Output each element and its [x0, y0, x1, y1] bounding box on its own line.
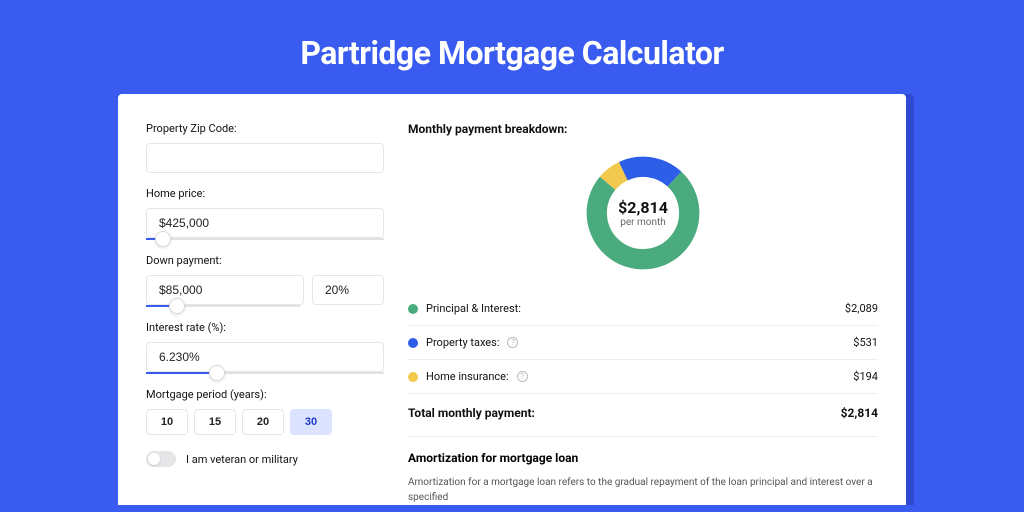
donut-chart: $2,814 per month: [582, 152, 704, 274]
breakdown-title: Monthly payment breakdown:: [408, 122, 878, 136]
legend: Principal & Interest: $2,089 Property taxe…: [408, 292, 878, 394]
veteran-toggle[interactable]: [146, 451, 176, 467]
period-field-group: Mortgage period (years): 10152030: [146, 388, 384, 435]
yellow-dot-icon: [408, 372, 418, 382]
donut-chart-wrap: $2,814 per month: [408, 152, 878, 274]
down-payment-slider[interactable]: [146, 305, 300, 307]
legend-row: Home insurance:? $194: [408, 360, 878, 394]
page-title: Partridge Mortgage Calculator: [0, 0, 1024, 94]
down-payment-field-group: Down payment:: [146, 254, 384, 307]
home-price-label: Home price:: [146, 187, 384, 200]
down-payment-pct-input[interactable]: [312, 275, 384, 305]
interest-field-group: Interest rate (%):: [146, 321, 384, 374]
green-dot-icon: [408, 304, 418, 314]
donut-center: $2,814 per month: [582, 152, 704, 274]
interest-label: Interest rate (%):: [146, 321, 384, 334]
down-payment-slider-handle[interactable]: [169, 298, 185, 314]
total-label: Total monthly payment:: [408, 406, 535, 420]
home-price-input[interactable]: [146, 208, 384, 238]
zip-field-group: Property Zip Code:: [146, 122, 384, 173]
period-button-20[interactable]: 20: [242, 409, 284, 435]
zip-label: Property Zip Code:: [146, 122, 384, 135]
veteran-row: I am veteran or military: [146, 451, 384, 467]
interest-slider[interactable]: [146, 372, 384, 374]
legend-value: $194: [853, 370, 878, 383]
interest-slider-handle[interactable]: [209, 365, 225, 381]
home-price-field-group: Home price:: [146, 187, 384, 240]
legend-label: Home insurance:: [426, 370, 509, 383]
legend-row: Property taxes:? $531: [408, 326, 878, 360]
info-icon[interactable]: ?: [507, 337, 518, 348]
veteran-label: I am veteran or military: [186, 453, 298, 466]
total-row: Total monthly payment: $2,814: [408, 394, 878, 436]
breakdown-column: Monthly payment breakdown: $2,814 per mo…: [408, 122, 878, 505]
zip-input[interactable]: [146, 143, 384, 173]
donut-amount: $2,814: [618, 198, 668, 217]
donut-sub: per month: [620, 217, 666, 228]
period-button-30[interactable]: 30: [290, 409, 332, 435]
legend-value: $2,089: [845, 302, 878, 315]
period-button-10[interactable]: 10: [146, 409, 188, 435]
total-value: $2,814: [841, 406, 878, 420]
interest-input[interactable]: [146, 342, 384, 372]
legend-label: Property taxes:: [426, 336, 499, 349]
amortization-text: Amortization for a mortgage loan refers …: [408, 475, 878, 505]
calculator-panel: Property Zip Code: Home price: Down paym…: [118, 94, 906, 505]
blue-dot-icon: [408, 338, 418, 348]
amortization-block: Amortization for mortgage loan Amortizat…: [408, 436, 878, 505]
home-price-slider-handle[interactable]: [155, 231, 171, 247]
inputs-column: Property Zip Code: Home price: Down paym…: [146, 122, 384, 505]
amortization-title: Amortization for mortgage loan: [408, 451, 878, 465]
home-price-slider[interactable]: [146, 238, 384, 240]
info-icon[interactable]: ?: [517, 371, 528, 382]
period-button-15[interactable]: 15: [194, 409, 236, 435]
period-label: Mortgage period (years):: [146, 388, 384, 401]
legend-row: Principal & Interest: $2,089: [408, 292, 878, 326]
legend-value: $531: [853, 336, 878, 349]
legend-label: Principal & Interest:: [426, 302, 521, 315]
down-payment-label: Down payment:: [146, 254, 384, 267]
